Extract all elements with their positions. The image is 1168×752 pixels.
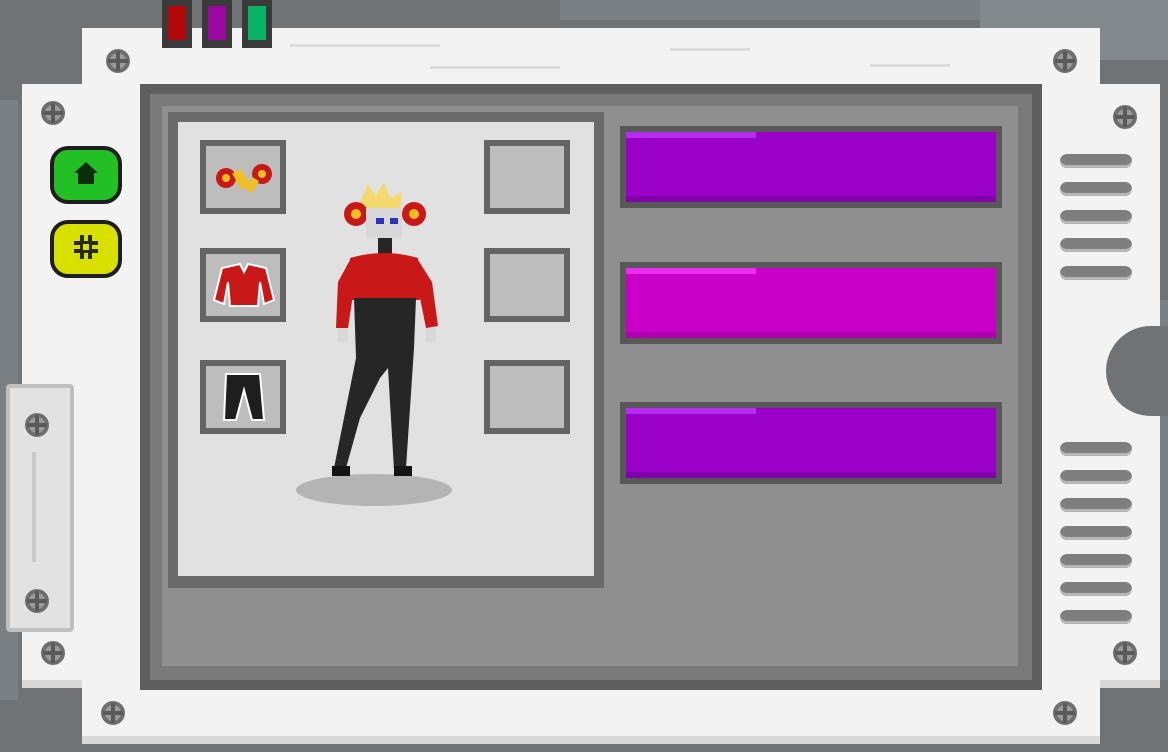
equip-slot-accessory[interactable] (200, 140, 286, 214)
equip-slot-top[interactable] (200, 248, 286, 322)
green-tab[interactable] (242, 0, 272, 48)
frame-shadow (82, 736, 1100, 744)
equip-slot-empty[interactable] (484, 360, 570, 434)
vent-slot (1060, 610, 1132, 624)
side-latch[interactable] (6, 384, 74, 632)
equip-slot-empty[interactable] (484, 248, 570, 322)
bar-highlight (626, 408, 756, 414)
bar-shadow (626, 332, 996, 338)
frame-scratch (870, 64, 950, 67)
vent-slot (1060, 582, 1132, 596)
frame-shadow (22, 680, 82, 688)
screw-icon (24, 588, 50, 614)
stat-bar-3[interactable] (620, 402, 1002, 484)
vent-slot (1060, 182, 1132, 196)
home-icon (72, 160, 100, 190)
screw-icon (24, 412, 50, 438)
vent-slot (1060, 154, 1132, 168)
vent-slot (1060, 526, 1132, 540)
screw-icon (40, 640, 66, 666)
bar-highlight (626, 268, 756, 274)
screw-icon (1052, 700, 1078, 726)
vent-slot (1060, 266, 1132, 280)
green-tab-fill (248, 6, 266, 40)
screw-icon (1112, 104, 1138, 130)
vent-slot (1060, 210, 1132, 224)
vent-slot (1060, 238, 1132, 252)
red-tab-fill (168, 6, 186, 40)
vent-slot (1060, 470, 1132, 484)
screw-icon (40, 100, 66, 126)
latch-groove (32, 452, 36, 562)
equip-slot-empty[interactable] (484, 140, 570, 214)
screw-icon (100, 700, 126, 726)
frame-shadow (1100, 680, 1160, 688)
vent-slot (1060, 498, 1132, 512)
stat-bar-1[interactable] (620, 126, 1002, 208)
player-character (290, 178, 460, 510)
bar-shadow (626, 472, 996, 478)
frame-scratch (290, 44, 440, 47)
equip-slot-bottom[interactable] (200, 360, 286, 434)
screw-icon (1052, 48, 1078, 74)
gear-icon (72, 233, 100, 265)
vent-slot (1060, 554, 1132, 568)
purple-tab-fill (208, 6, 226, 40)
frame-scratch (430, 66, 560, 69)
stat-bar-2[interactable] (620, 262, 1002, 344)
purple-tab[interactable] (202, 0, 232, 48)
vent-slot (1060, 442, 1132, 456)
screw-icon (105, 48, 131, 74)
bar-highlight (626, 132, 756, 138)
screw-icon (1112, 640, 1138, 666)
bar-shadow (626, 196, 996, 202)
black-pants-icon (218, 370, 268, 428)
home-button[interactable] (50, 146, 122, 204)
frame-scratch (670, 48, 750, 51)
hair-accessory-icon (212, 156, 276, 204)
red-jacket-icon (212, 260, 276, 314)
settings-button[interactable] (50, 220, 122, 278)
red-tab[interactable] (162, 0, 192, 48)
